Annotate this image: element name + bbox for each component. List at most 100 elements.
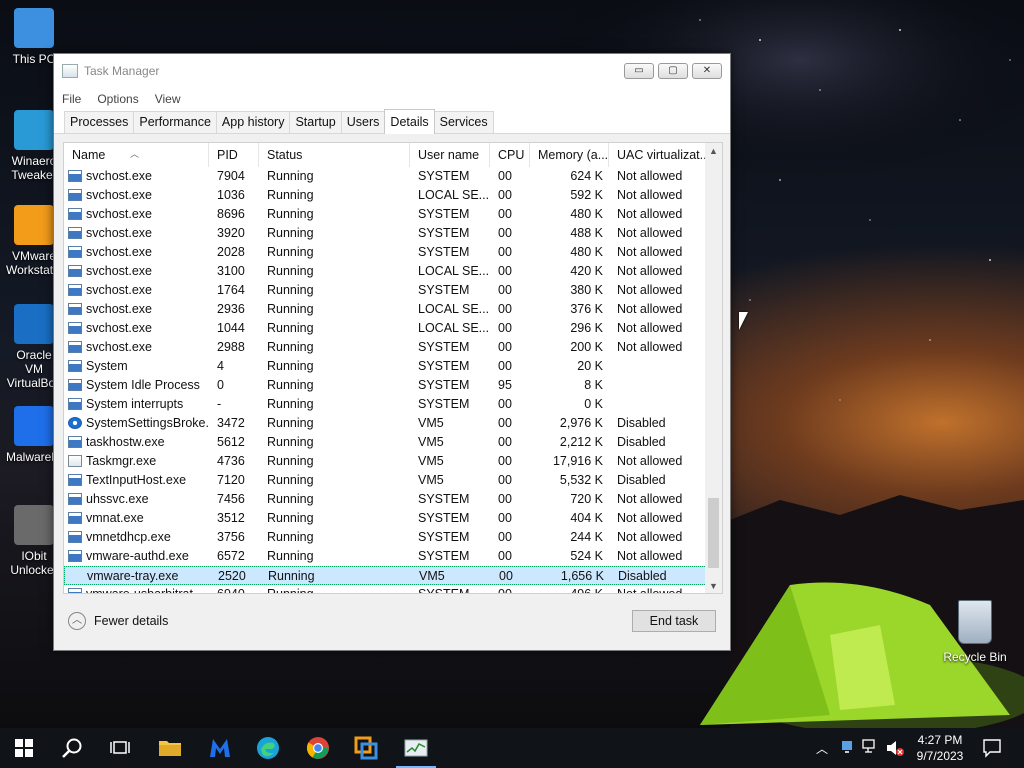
column-pid[interactable]: PID <box>209 143 259 167</box>
recycle-bin-icon[interactable]: Recycle Bin <box>942 600 1008 664</box>
volume-muted-icon[interactable] <box>885 739 905 757</box>
cell-mem: 380 K <box>570 283 603 297</box>
taskbar-clock[interactable]: 4:27 PM 9/7/2023 <box>910 732 970 764</box>
column-user-name[interactable]: User name <box>410 143 490 167</box>
cell-cpu: 00 <box>498 511 512 525</box>
tab-startup[interactable]: Startup <box>289 111 342 133</box>
cell-name: vmware-usbarbitrat... <box>86 587 204 594</box>
cell-status: Running <box>267 283 314 297</box>
task-manager-icon <box>62 64 78 78</box>
trash-icon <box>958 600 992 644</box>
table-row[interactable]: svchost.exe 3920 Running SYSTEM 00 488 K Not a… <box>64 224 707 243</box>
cell-mem: 624 K <box>570 169 603 183</box>
menu-view[interactable]: View <box>155 92 181 106</box>
table-row[interactable]: svchost.exe 2028 Running SYSTEM 00 480 K Not a… <box>64 243 707 262</box>
process-list: svchost.exe 7904 Running SYSTEM 00 624 K Not a… <box>64 167 707 594</box>
cell-uac: Not allowed <box>617 492 683 506</box>
cell-uac: Not allowed <box>617 169 683 183</box>
menu-file[interactable]: File <box>62 92 81 106</box>
cell-pid: 2028 <box>217 245 245 259</box>
show-hidden-icons-icon[interactable]: ︿ <box>816 740 828 757</box>
start-button[interactable] <box>0 728 48 768</box>
malwarebytes-icon <box>210 739 230 757</box>
cell-user: VM5 <box>418 416 444 430</box>
tab-details[interactable]: Details <box>384 109 435 134</box>
column-name[interactable]: Name ︿ <box>64 143 209 167</box>
cell-mem: 376 K <box>570 302 603 316</box>
tab-processes[interactable]: Processes <box>64 111 135 133</box>
table-row[interactable]: svchost.exe 3100 Running LOCAL SE... 00 420 K… <box>64 262 707 281</box>
table-row[interactable]: svchost.exe 8696 Running SYSTEM 00 480 K Not a… <box>64 205 707 224</box>
task-view-button[interactable] <box>96 728 144 768</box>
cell-mem: 0 K <box>584 397 603 411</box>
cell-pid: 6572 <box>217 549 245 563</box>
column-uac-virtualization[interactable]: UAC virtualizat... <box>609 143 707 167</box>
cell-uac: Not allowed <box>617 264 683 278</box>
table-row[interactable]: uhssvc.exe 7456 Running SYSTEM 00 720 K Not al… <box>64 490 707 509</box>
table-row[interactable]: System 4 Running SYSTEM 00 20 K <box>64 357 707 376</box>
table-row[interactable]: TextInputHost.exe 7120 Running VM5 00 5,532 K… <box>64 471 707 490</box>
cell-uac: Not allowed <box>617 283 683 297</box>
edge-icon <box>257 737 279 759</box>
fewer-details-button[interactable]: ︿ Fewer details <box>68 612 168 630</box>
scroll-up-icon[interactable]: ▲ <box>705 143 722 160</box>
cell-user: SYSTEM <box>418 549 470 563</box>
scroll-thumb[interactable] <box>708 498 719 568</box>
minimize-button[interactable]: ▭ <box>624 63 654 79</box>
cell-mem: 524 K <box>570 549 603 563</box>
network-icon[interactable] <box>862 739 880 755</box>
notification-icon[interactable] <box>982 738 1002 758</box>
tab-users[interactable]: Users <box>340 111 386 133</box>
cell-uac: Not allowed <box>617 188 683 202</box>
tab-services[interactable]: Services <box>433 111 494 133</box>
taskbar-edge[interactable] <box>244 728 292 768</box>
table-row[interactable]: svchost.exe 1764 Running SYSTEM 00 380 K Not a… <box>64 281 707 300</box>
cell-mem: 200 K <box>570 340 603 354</box>
search-button[interactable] <box>48 728 96 768</box>
column-cpu[interactable]: CPU <box>490 143 530 167</box>
table-row[interactable]: vmnat.exe 3512 Running SYSTEM 00 404 K Not all… <box>64 509 707 528</box>
cell-pid: 3472 <box>217 416 245 430</box>
cell-status: Running <box>267 302 314 316</box>
table-row[interactable]: vmware-tray.exe 2520 Running VM5 00 1,656 K Di… <box>64 566 707 585</box>
table-row[interactable]: System Idle Process 0 Running SYSTEM 95 8 K <box>64 376 707 395</box>
table-row[interactable]: SystemSettingsBroke... 3472 Running VM5 00 2,… <box>64 414 707 433</box>
display-icon[interactable] <box>840 740 854 754</box>
taskbar-task-manager[interactable] <box>392 728 440 768</box>
taskbar-vmware[interactable] <box>342 728 390 768</box>
table-row[interactable]: vmware-authd.exe 6572 Running SYSTEM 00 524 K… <box>64 547 707 566</box>
table-row[interactable]: taskhostw.exe 5612 Running VM5 00 2,212 K Disa… <box>64 433 707 452</box>
cell-mem: 296 K <box>570 321 603 335</box>
column-status[interactable]: Status <box>259 143 410 167</box>
cell-status: Running <box>267 530 314 544</box>
clock-time: 4:27 PM <box>917 733 963 747</box>
vertical-scrollbar[interactable]: ▲ ▼ <box>705 143 722 593</box>
maximize-button[interactable]: ▢ <box>658 63 688 79</box>
tab-performance[interactable]: Performance <box>133 111 217 133</box>
cell-cpu: 00 <box>498 226 512 240</box>
table-row[interactable]: svchost.exe 1044 Running LOCAL SE... 00 296 K… <box>64 319 707 338</box>
title-bar[interactable]: Task Manager ▭ ▢ ✕ <box>54 54 730 88</box>
table-row[interactable]: svchost.exe 7904 Running SYSTEM 00 624 K Not a… <box>64 167 707 186</box>
table-row[interactable]: svchost.exe 2988 Running SYSTEM 00 200 K Not a… <box>64 338 707 357</box>
end-task-button[interactable]: End task <box>632 610 716 632</box>
column-memory[interactable]: Memory (a... <box>530 143 609 167</box>
tab-app-history[interactable]: App history <box>215 111 291 133</box>
table-row[interactable]: svchost.exe 1036 Running LOCAL SE... 00 592 K… <box>64 186 707 205</box>
cell-status: Running <box>267 435 314 449</box>
table-row[interactable]: System interrupts - Running SYSTEM 00 0 K <box>64 395 707 414</box>
table-row[interactable]: vmware-usbarbitrat... 6940 Running SYSTEM 00… <box>64 585 707 594</box>
taskbar: ︿ 4:27 PM 9/7/2023 <box>0 728 1024 768</box>
app-shortcut-icon <box>14 406 54 446</box>
taskbar-malwarebytes[interactable] <box>196 728 244 768</box>
table-row[interactable]: svchost.exe 2936 Running LOCAL SE... 00 376 K… <box>64 300 707 319</box>
taskbar-chrome[interactable] <box>294 728 342 768</box>
close-button[interactable]: ✕ <box>692 63 722 79</box>
menu-options[interactable]: Options <box>97 92 138 106</box>
scroll-down-icon[interactable]: ▼ <box>705 578 722 593</box>
table-row[interactable]: vmnetdhcp.exe 3756 Running SYSTEM 00 244 K Not… <box>64 528 707 547</box>
table-row[interactable]: Taskmgr.exe 4736 Running VM5 00 17,916 K Not a… <box>64 452 707 471</box>
taskbar-file-explorer[interactable] <box>146 728 194 768</box>
cell-user: SYSTEM <box>418 340 470 354</box>
app-shortcut-icon <box>14 304 54 344</box>
